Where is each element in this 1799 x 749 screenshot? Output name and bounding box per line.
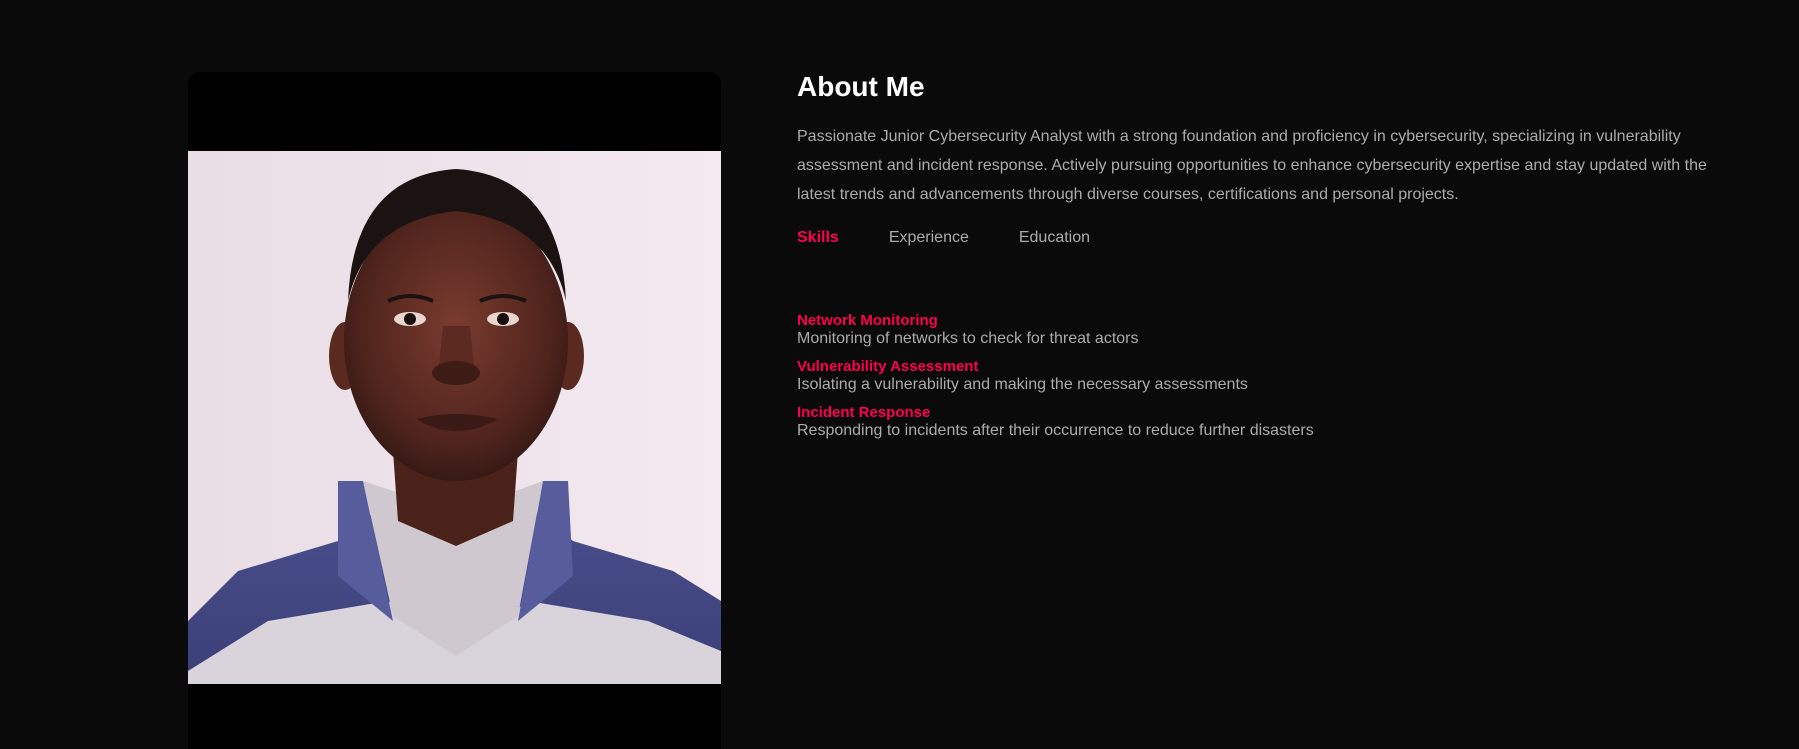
about-section: About Me Passionate Junior Cybersecurity… [0, 0, 1799, 749]
about-title: About Me [797, 71, 925, 102]
tab-experience[interactable]: Experience [889, 229, 969, 247]
skill-name: Incident Response [797, 404, 931, 421]
skill-description: Responding to incidents after their occu… [797, 422, 1314, 439]
skill-name: Vulnerability Assessment [797, 358, 979, 375]
skill-item-vulnerability-assessment: Vulnerability Assessment Isolating a vul… [797, 359, 1717, 395]
skill-name: Network Monitoring [797, 312, 938, 329]
skill-item-network-monitoring: Network Monitoring Monitoring of network… [797, 313, 1717, 349]
about-bio: Passionate Junior Cybersecurity Analyst … [797, 128, 1707, 203]
tab-skills[interactable]: Skills [797, 229, 839, 247]
tab-education[interactable]: Education [1019, 229, 1090, 247]
skill-item-incident-response: Incident Response Responding to incident… [797, 405, 1717, 441]
about-content: About Me Passionate Junior Cybersecurity… [797, 70, 1717, 451]
skills-list: Network Monitoring Monitoring of network… [797, 313, 1717, 441]
skill-description: Monitoring of networks to check for thre… [797, 330, 1139, 347]
skill-description: Isolating a vulnerability and making the… [797, 376, 1248, 393]
about-tabs: Skills Experience Education [797, 223, 1717, 253]
profile-photo [188, 151, 721, 684]
profile-photo-frame [188, 72, 721, 749]
